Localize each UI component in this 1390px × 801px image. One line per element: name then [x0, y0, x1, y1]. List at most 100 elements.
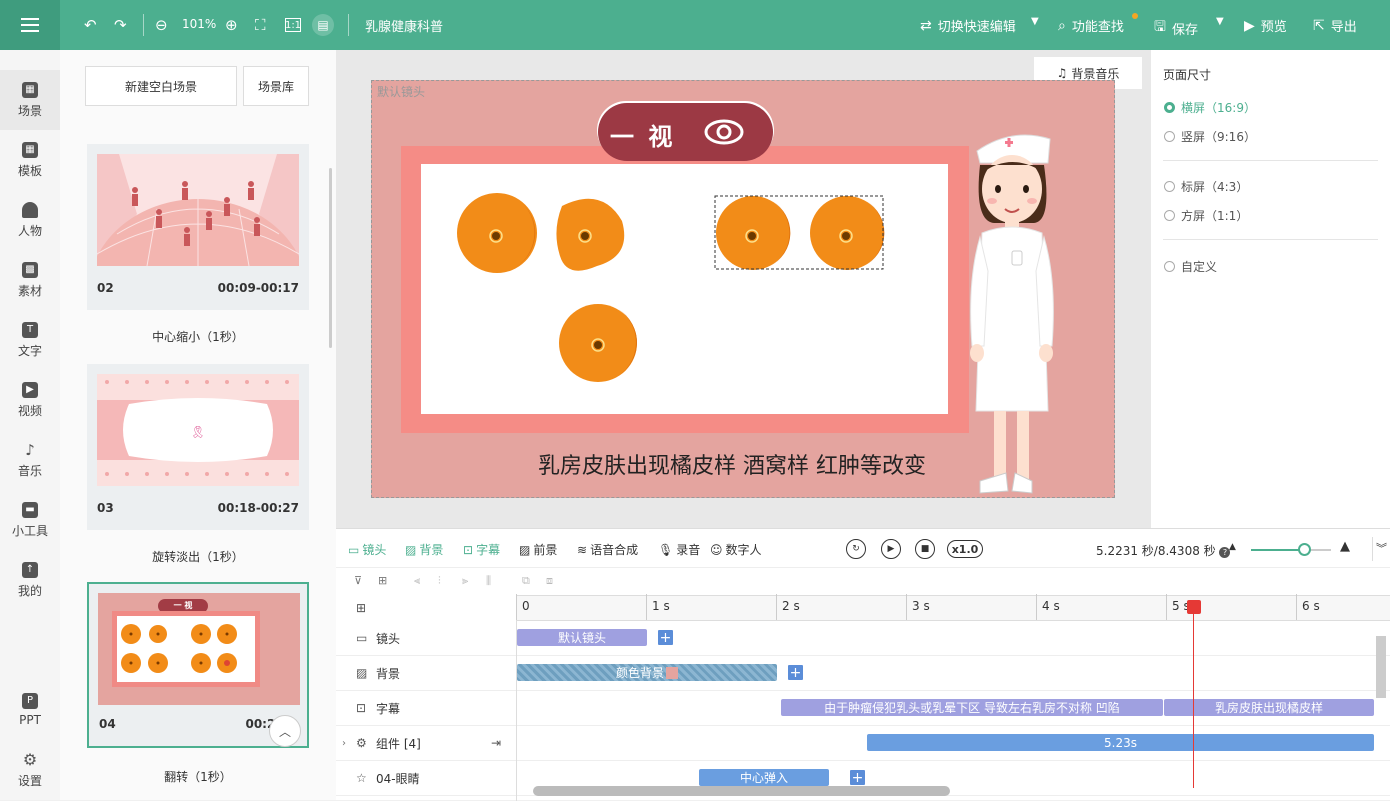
- save-dropdown-icon[interactable]: ▼: [1216, 16, 1224, 27]
- tab-label: 数字人: [725, 543, 762, 557]
- page-size-title: 页面尺寸: [1163, 68, 1212, 82]
- layout-icon[interactable]: ⊞: [356, 601, 366, 615]
- nav-template[interactable]: ▦ 模板: [0, 130, 60, 190]
- exit-group-icon[interactable]: ⇥: [491, 736, 501, 750]
- save-button[interactable]: 🖫 保存: [1154, 16, 1198, 40]
- track-label-background[interactable]: ▨ 背景: [336, 656, 516, 691]
- scene-library-button[interactable]: 场景库: [243, 66, 309, 106]
- nav-music[interactable]: ♪ 音乐: [0, 430, 60, 490]
- clip-bg-label: 颜色背景: [615, 666, 664, 680]
- track-label-component[interactable]: › ⚙ 组件 [4] ⇥: [336, 726, 516, 761]
- document-title[interactable]: 乳腺健康科普: [365, 16, 443, 35]
- nav-character[interactable]: 人物: [0, 190, 60, 250]
- clip-component[interactable]: 5.23s: [867, 734, 1374, 751]
- nav-character-label: 人物: [17, 223, 42, 238]
- collapse-icon[interactable]: ︾: [1372, 537, 1390, 561]
- switch-edit-dropdown-icon[interactable]: ▼: [1031, 16, 1039, 27]
- tab-digital-human[interactable]: ☺ 数字人: [710, 541, 762, 558]
- nav-material[interactable]: ▩ 素材: [0, 250, 60, 310]
- clip-subtitle-1[interactable]: 由于肿瘤侵犯乳头或乳晕下区 导致左右乳房不对称 凹陷: [781, 699, 1163, 716]
- clip-default-shot[interactable]: 默认镜头: [517, 629, 647, 646]
- switch-edit-button[interactable]: ⇄ 切换快速编辑: [920, 16, 1016, 36]
- nav-scene[interactable]: ▦ 场景: [0, 70, 60, 130]
- clip-subtitle-2[interactable]: 乳房皮肤出现橘皮样: [1164, 699, 1374, 716]
- zoom-out-mountain-icon[interactable]: ▲: [1229, 542, 1236, 552]
- scene-panel-scrollbar[interactable]: [329, 168, 332, 348]
- group-icon[interactable]: ⧉: [522, 574, 530, 588]
- scroll-up-button[interactable]: ︿: [269, 715, 301, 747]
- radio-landscape[interactable]: 横屏（16:9）: [1164, 99, 1256, 116]
- add-background-button[interactable]: +: [787, 664, 804, 681]
- speed-button[interactable]: x1.0: [947, 540, 983, 558]
- track-label-eye[interactable]: ☆ 04-眼睛: [336, 761, 516, 796]
- play-button[interactable]: ▶: [881, 539, 901, 559]
- stage-artwork: [401, 101, 1054, 494]
- nav-tools[interactable]: ▬ 小工具: [0, 490, 60, 550]
- scene-card-02[interactable]: 02 00:09-00:17: [87, 144, 309, 310]
- radio-square[interactable]: 方屏（1:1）: [1164, 207, 1248, 224]
- clip-eye-animation[interactable]: 中心弹入: [699, 769, 829, 786]
- distribute-icon[interactable]: ⫼: [486, 574, 491, 588]
- radio-custom[interactable]: 自定义: [1164, 258, 1217, 275]
- tab-shot[interactable]: ▭ 镜头: [348, 541, 386, 558]
- chevron-right-icon[interactable]: ›: [342, 738, 346, 749]
- tab-background[interactable]: ▨ 背景: [405, 541, 443, 558]
- track-label-text: 背景: [376, 666, 401, 681]
- fullscreen-icon[interactable]: ⛶: [255, 15, 266, 35]
- nav-ppt[interactable]: P PPT: [0, 680, 60, 740]
- grid-icon[interactable]: ▤: [312, 14, 334, 36]
- scene-card-03[interactable]: 🎗 03 00:18-00:27: [87, 364, 309, 530]
- align-center-icon[interactable]: ⫶: [438, 574, 441, 588]
- nav-mine[interactable]: ↑ 我的: [0, 550, 60, 610]
- add-animation-button[interactable]: +: [849, 769, 866, 786]
- menu-button[interactable]: [0, 0, 60, 50]
- scene-transition[interactable]: 中心缩小（1秒）: [60, 328, 336, 345]
- timeline-horizontal-scrollbar[interactable]: [533, 786, 950, 796]
- tab-foreground[interactable]: ▨ 前景: [519, 541, 557, 558]
- track-label-shot[interactable]: ▭ 镜头: [336, 621, 516, 656]
- replay-button[interactable]: ↻: [846, 539, 866, 559]
- zoom-in-icon[interactable]: ⊕: [225, 15, 238, 35]
- tab-subtitle[interactable]: ⊡ 字幕: [463, 541, 500, 558]
- arrange-icon[interactable]: ⊞: [378, 574, 387, 587]
- nav-settings[interactable]: ⚙ 设置: [0, 740, 60, 800]
- function-search-button[interactable]: ⌕ 功能查找: [1058, 16, 1124, 36]
- align-left-icon[interactable]: ⫷: [414, 574, 420, 588]
- undo-icon[interactable]: ↶: [84, 15, 97, 35]
- tab-tts[interactable]: ≋ 语音合成: [577, 541, 638, 558]
- time-ruler[interactable]: 0 1 s 2 s 3 s 4 s 5 s 6 s: [516, 594, 1390, 621]
- nav-ppt-label: PPT: [19, 713, 41, 727]
- scene-transition[interactable]: 翻转（1秒）: [60, 768, 336, 785]
- zoom-in-mountain-icon[interactable]: ▲: [1340, 539, 1350, 554]
- tab-label: 背景: [419, 543, 444, 557]
- person-icon: [22, 201, 38, 218]
- upload-icon: ↑: [22, 561, 38, 578]
- export-button[interactable]: ⇱ 导出: [1313, 16, 1357, 36]
- ungroup-icon[interactable]: ⧈: [546, 574, 553, 588]
- zoom-out-icon[interactable]: ⊖: [155, 15, 168, 35]
- redo-icon[interactable]: ↷: [114, 15, 127, 35]
- tab-record[interactable]: 🎙 录音: [658, 541, 700, 558]
- nav-video[interactable]: ▶ 视频: [0, 370, 60, 430]
- ruler-label: 6 s: [1302, 599, 1320, 613]
- stop-button[interactable]: ■: [915, 539, 935, 559]
- scene-transition[interactable]: 旋转淡出（1秒）: [60, 548, 336, 565]
- stage-canvas[interactable]: 默认镜头 一 视 乳房皮肤出现橘皮样 酒窝样 红肿等改变: [371, 80, 1115, 498]
- nav-text[interactable]: T 文字: [0, 310, 60, 370]
- actual-size-icon[interactable]: 1:1: [285, 18, 301, 32]
- preview-label: 预览: [1260, 20, 1287, 35]
- new-blank-scene-button[interactable]: 新建空白场景: [85, 66, 237, 106]
- zoom-slider-handle[interactable]: [1298, 543, 1311, 556]
- track-label-subtitle[interactable]: ⊡ 字幕: [336, 691, 516, 726]
- playhead-handle[interactable]: [1187, 600, 1201, 614]
- export-label: 导出: [1330, 20, 1357, 35]
- zoom-level: 101%: [182, 17, 217, 31]
- clip-color-background[interactable]: 颜色背景: [517, 664, 777, 681]
- align-right-icon[interactable]: ⫸: [462, 574, 468, 588]
- timeline-vertical-scrollbar[interactable]: [1376, 636, 1386, 698]
- filter-icon[interactable]: ⊽: [354, 574, 362, 587]
- radio-standard[interactable]: 标屏（4:3）: [1164, 178, 1248, 195]
- radio-portrait[interactable]: 竖屏（9:16）: [1164, 128, 1256, 145]
- add-shot-button[interactable]: +: [657, 629, 674, 646]
- preview-button[interactable]: ▶ 预览: [1244, 16, 1287, 36]
